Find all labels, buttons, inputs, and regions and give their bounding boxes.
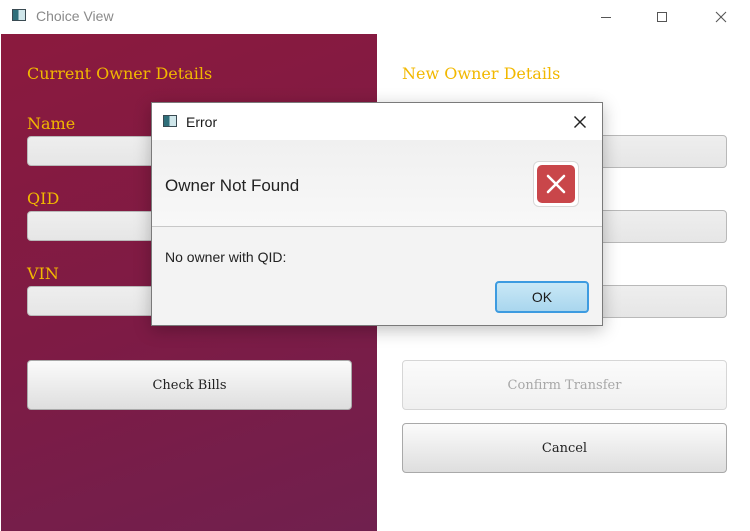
- close-icon: [715, 11, 727, 23]
- error-x-icon: [533, 161, 579, 207]
- window-title: Choice View: [36, 8, 114, 24]
- error-icon-badge: [537, 165, 575, 203]
- x-mark-icon: [546, 174, 566, 194]
- vin-label: VIN: [27, 264, 59, 283]
- dialog-window-icon: [163, 115, 177, 127]
- name-label: Name: [27, 114, 76, 133]
- current-owner-title: Current Owner Details: [27, 64, 213, 83]
- qid-label: QID: [27, 189, 60, 208]
- dialog-header: Owner Not Found: [152, 140, 602, 227]
- minimize-icon: [601, 17, 611, 18]
- check-bills-button[interactable]: Check Bills: [27, 360, 352, 410]
- ok-button[interactable]: OK: [495, 281, 589, 313]
- cancel-button[interactable]: Cancel: [402, 423, 727, 473]
- maximize-button[interactable]: [639, 0, 685, 34]
- minimize-button[interactable]: [583, 0, 629, 34]
- error-dialog: Error Owner Not Found No owner with QID:…: [151, 102, 603, 326]
- window-titlebar[interactable]: Choice View: [0, 0, 750, 34]
- close-button[interactable]: [698, 0, 744, 34]
- dialog-content-text: No owner with QID:: [165, 249, 287, 265]
- maximize-icon: [657, 12, 667, 22]
- dialog-title: Error: [186, 114, 218, 130]
- dialog-header-text: Owner Not Found: [165, 176, 300, 195]
- confirm-transfer-button[interactable]: Confirm Transfer: [402, 360, 727, 410]
- new-owner-title: New Owner Details: [402, 64, 561, 83]
- dialog-titlebar[interactable]: Error: [152, 103, 602, 140]
- app-window-icon: [12, 9, 26, 21]
- dialog-close-button[interactable]: [564, 108, 596, 136]
- close-icon: [574, 116, 586, 128]
